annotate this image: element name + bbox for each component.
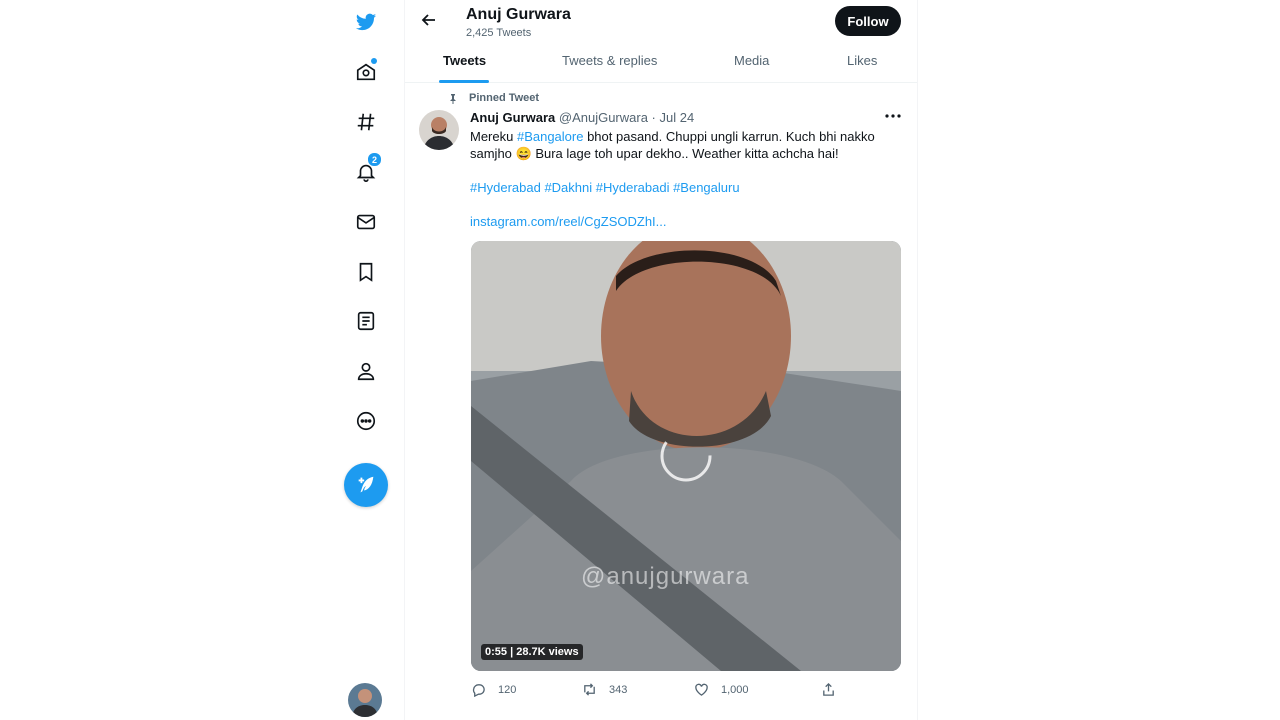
profile-name: Anuj Gurwara — [466, 6, 571, 23]
tweet-header: Anuj Gurwara @AnujGurwara · Jul 24 — [470, 110, 694, 125]
messages-icon[interactable] — [330, 202, 402, 242]
back-arrow-icon[interactable] — [419, 10, 439, 30]
notifications-icon[interactable]: 2 — [330, 152, 402, 192]
tweet-hashtags[interactable]: #Hyderabad #Dakhni #Hyderabadi #Bengalur… — [470, 180, 740, 195]
account-avatar[interactable] — [348, 683, 382, 717]
reply-count: 120 — [498, 683, 517, 696]
tweet-text-part: Mereku — [470, 129, 517, 144]
home-new-dot — [371, 58, 377, 64]
tweet-author-avatar[interactable] — [419, 110, 459, 150]
share-button[interactable] — [821, 682, 848, 697]
follow-button[interactable]: Follow — [835, 6, 901, 36]
active-tab-indicator — [439, 80, 489, 83]
retweet-button[interactable]: 343 — [582, 682, 627, 697]
video-frame — [471, 241, 901, 671]
retweet-icon — [584, 683, 595, 696]
profile-icon[interactable] — [330, 351, 402, 391]
tweet-handle-date: @AnujGurwara · Jul 24 — [558, 110, 695, 125]
home-icon[interactable] — [330, 52, 402, 92]
hashtag-link[interactable]: #Bangalore — [517, 129, 584, 144]
tweet-count: 2,425 Tweets — [466, 27, 532, 39]
profile-tabs: Tweets Tweets & replies Media Likes — [405, 42, 917, 83]
video-watermark: @anujgurwara — [581, 563, 750, 590]
pin-icon — [447, 92, 459, 104]
twitter-logo-icon[interactable] — [330, 2, 402, 42]
profile-timeline: Anuj Gurwara 2,425 Tweets Follow Tweets … — [404, 0, 918, 720]
video-duration-views: 0:55 | 28.7K views — [481, 644, 583, 660]
tweet-link[interactable]: instagram.com/reel/CgZSODZhI... — [470, 214, 667, 229]
tweet-more-icon[interactable] — [883, 108, 903, 124]
tweet-author-name[interactable]: Anuj Gurwara — [470, 110, 555, 125]
tab-tweets[interactable]: Tweets — [443, 53, 486, 68]
tab-tweets-replies[interactable]: Tweets & replies — [562, 53, 657, 68]
bookmarks-icon[interactable] — [330, 252, 402, 292]
tab-likes[interactable]: Likes — [847, 53, 877, 68]
reply-icon — [472, 684, 485, 697]
notification-badge: 2 — [367, 152, 382, 167]
more-icon[interactable] — [330, 401, 402, 441]
explore-hashtag-icon[interactable] — [330, 102, 402, 142]
like-count: 1,000 — [721, 683, 749, 696]
retweet-count: 343 — [609, 683, 628, 696]
sidebar-nav: 2 — [330, 0, 402, 720]
compose-tweet-button[interactable] — [344, 463, 388, 507]
tab-media[interactable]: Media — [734, 53, 769, 68]
heart-icon — [695, 683, 708, 696]
share-icon — [823, 682, 834, 696]
tweet-text: Mereku #Bangalore bhot pasand. Chuppi un… — [470, 128, 890, 162]
reply-button[interactable]: 120 — [471, 682, 516, 697]
tweet-actions: 120 343 1,000 — [471, 682, 901, 702]
compose-tweet-icon — [358, 476, 374, 493]
tweet-video[interactable]: @anujgurwara 0:55 | 28.7K views — [471, 241, 901, 671]
lists-icon[interactable] — [330, 301, 402, 341]
pinned-label: Pinned Tweet — [469, 92, 540, 104]
like-button[interactable]: 1,000 — [694, 682, 749, 697]
